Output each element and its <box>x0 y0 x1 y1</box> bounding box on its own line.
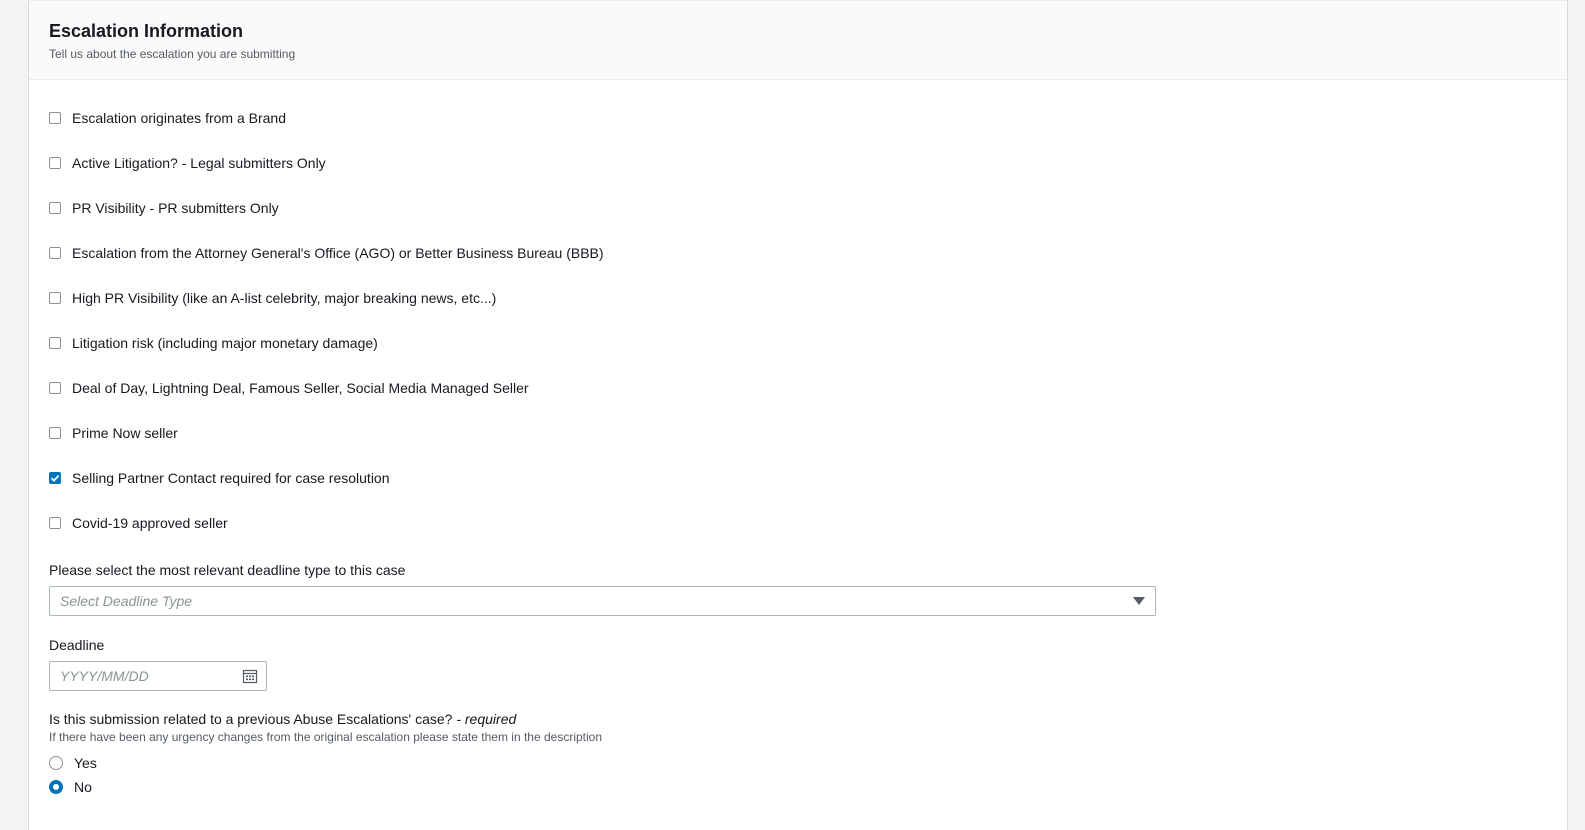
radio-option-no[interactable]: No <box>49 775 602 799</box>
checkbox-row-prime-now[interactable]: Prime Now seller <box>49 410 604 455</box>
deadline-type-placeholder: Select Deadline Type <box>60 593 193 609</box>
checkbox-label: Escalation originates from a Brand <box>72 109 286 126</box>
previous-case-hint: If there have been any urgency changes f… <box>49 730 603 744</box>
checkbox[interactable] <box>49 156 61 169</box>
radio-option-yes[interactable]: Yes <box>49 751 602 775</box>
checkbox-label: Prime Now seller <box>72 424 178 441</box>
checkbox[interactable] <box>49 336 61 349</box>
radio-button[interactable] <box>49 780 63 794</box>
escalation-panel: Escalation Information Tell us about the… <box>28 0 1568 830</box>
required-marker: - required <box>456 711 517 727</box>
checkbox-label: High PR Visibility (like an A-list celeb… <box>72 289 497 306</box>
radio-label: No <box>74 779 92 795</box>
checkbox-label: Deal of Day, Lightning Deal, Famous Sell… <box>72 379 529 396</box>
deadline-type-select[interactable]: Select Deadline Type <box>49 586 1156 616</box>
checkbox[interactable] <box>49 381 61 394</box>
deadline-type-field: Please select the most relevant deadline… <box>49 561 1156 616</box>
checkbox-label: Litigation risk (including major monetar… <box>72 334 378 351</box>
checkbox-row-covid-seller[interactable]: Covid-19 approved seller <box>49 500 604 545</box>
escalation-flags-list: Escalation originates from a Brand Activ… <box>49 95 604 545</box>
radio-button[interactable] <box>49 756 63 770</box>
caret-down-icon <box>1133 597 1145 605</box>
checkbox[interactable] <box>49 426 61 439</box>
checkbox[interactable] <box>49 291 61 304</box>
checkbox-row-deal-of-day[interactable]: Deal of Day, Lightning Deal, Famous Sell… <box>49 365 604 410</box>
checkbox[interactable] <box>49 111 61 124</box>
panel-header: Escalation Information Tell us about the… <box>29 1 1567 80</box>
radio-label: Yes <box>74 755 97 771</box>
checkbox-label: Covid-19 approved seller <box>72 514 228 531</box>
deadline-field: Deadline <box>49 636 267 691</box>
checkbox-label: Escalation from the Attorney General's O… <box>72 244 604 261</box>
checkbox[interactable] <box>49 201 61 214</box>
panel-description: Tell us about the escalation you are sub… <box>49 47 296 61</box>
checkbox-row-ago-bbb[interactable]: Escalation from the Attorney General's O… <box>49 230 604 275</box>
checkbox-label: PR Visibility - PR submitters Only <box>72 199 279 216</box>
checkbox-label: Active Litigation? - Legal submitters On… <box>72 154 326 171</box>
checkbox-row-brand[interactable]: Escalation originates from a Brand <box>49 95 604 140</box>
previous-case-question: Is this submission related to a previous… <box>49 710 602 728</box>
checkbox[interactable] <box>49 471 61 484</box>
checkbox-row-selling-partner-contact[interactable]: Selling Partner Contact required for cas… <box>49 455 604 500</box>
deadline-label: Deadline <box>49 637 105 653</box>
checkbox[interactable] <box>49 246 61 259</box>
checkbox-row-high-pr[interactable]: High PR Visibility (like an A-list celeb… <box>49 275 604 320</box>
deadline-date-picker[interactable] <box>49 661 267 691</box>
calendar-icon[interactable] <box>242 668 258 684</box>
previous-case-field: Is this submission related to a previous… <box>49 710 602 799</box>
deadline-type-label: Please select the most relevant deadline… <box>49 562 406 578</box>
checkbox-row-litigation-risk[interactable]: Litigation risk (including major monetar… <box>49 320 604 365</box>
checkbox-label: Selling Partner Contact required for cas… <box>72 469 390 486</box>
panel-title: Escalation Information <box>49 21 244 41</box>
previous-case-question-text: Is this submission related to a previous… <box>49 711 453 727</box>
deadline-input[interactable] <box>60 668 242 684</box>
checkmark-icon <box>50 474 60 482</box>
checkbox-row-pr-visibility[interactable]: PR Visibility - PR submitters Only <box>49 185 604 230</box>
checkbox-row-active-litigation[interactable]: Active Litigation? - Legal submitters On… <box>49 140 604 185</box>
checkbox[interactable] <box>49 516 61 529</box>
